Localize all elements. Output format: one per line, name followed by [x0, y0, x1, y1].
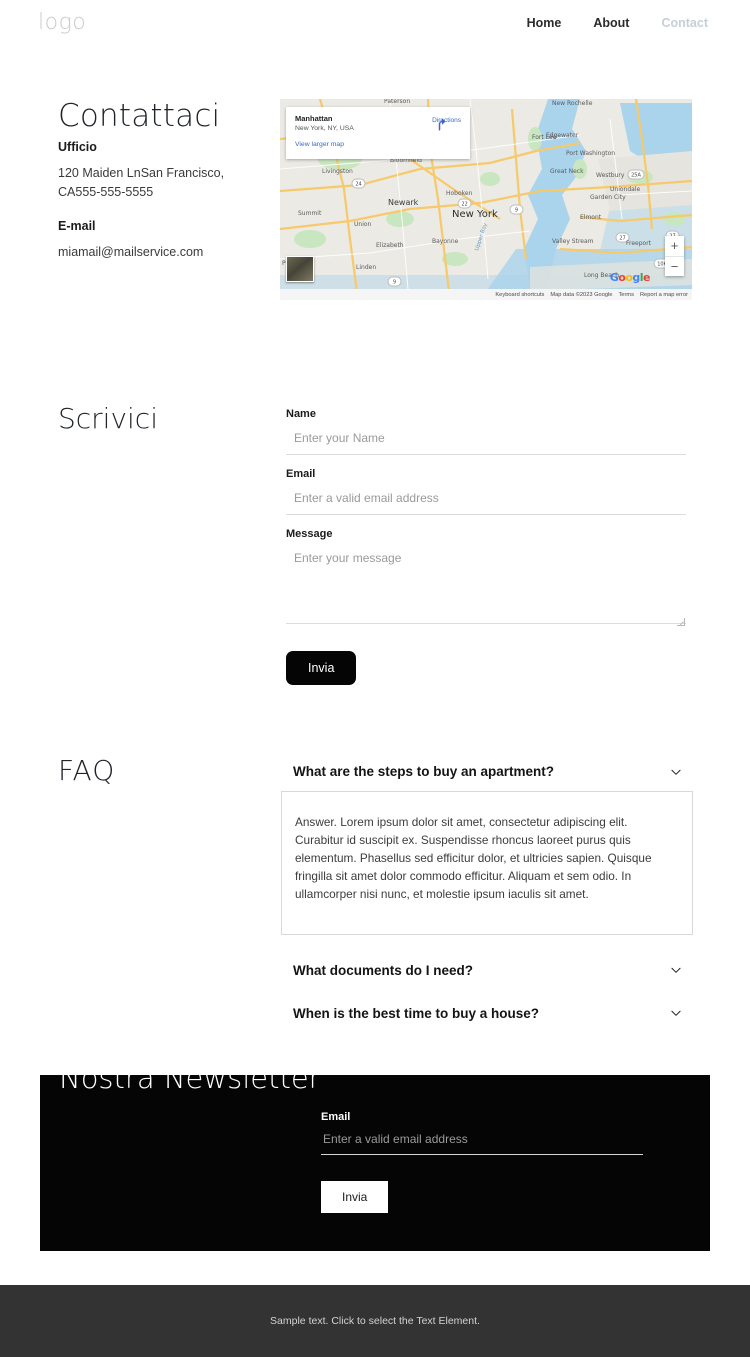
- write-heading: Scrivici: [58, 402, 158, 435]
- email-address: miamail@mailservice.com: [58, 244, 204, 259]
- newsletter-section: Nostra Newsletter Email Invia: [40, 1075, 710, 1251]
- map-info-card[interactable]: Manhattan New York, NY, USA View larger …: [286, 107, 470, 159]
- site-header: logo Home About Contact: [0, 0, 750, 55]
- svg-text:27: 27: [619, 236, 625, 242]
- nav-item-about[interactable]: About: [593, 16, 629, 30]
- message-label: Message: [286, 528, 333, 540]
- page-root: logo Home About Contact Contattaci Uffic…: [0, 0, 750, 1357]
- office-label: Ufficio: [58, 140, 97, 154]
- contact-details: Ufficio 120 Maiden LnSan Francisco, CA55…: [58, 140, 258, 262]
- faq-question-1[interactable]: What are the steps to buy an apartment?: [281, 758, 693, 789]
- svg-text:New York: New York: [452, 209, 498, 220]
- faq-question-3[interactable]: When is the best time to buy a house?: [281, 1000, 693, 1031]
- send-message-button[interactable]: Invia: [286, 651, 357, 685]
- faq-accordion: What are the steps to buy an apartment? …: [281, 758, 693, 1031]
- svg-text:Edgewater: Edgewater: [546, 132, 579, 139]
- email-input[interactable]: [286, 486, 686, 515]
- name-input[interactable]: [286, 426, 686, 455]
- svg-text:Port Washington: Port Washington: [566, 150, 615, 157]
- site-logo[interactable]: logo: [38, 10, 86, 35]
- site-footer: Sample text. Click to select the Text El…: [0, 1285, 750, 1357]
- chevron-down-icon[interactable]: [669, 963, 683, 977]
- footer-sample-text[interactable]: Sample text. Click to select the Text El…: [270, 1315, 480, 1327]
- faq-answer-1: Answer. Lorem ipsum dolor sit amet, cons…: [281, 791, 693, 935]
- newsletter-form: Email Invia: [321, 1111, 643, 1213]
- newsletter-email-label: Email: [321, 1111, 351, 1123]
- svg-text:Great Neck: Great Neck: [550, 168, 584, 175]
- faq-question-1-label: What are the steps to buy an apartment?: [293, 764, 555, 779]
- directions-icon: [438, 118, 446, 131]
- newsletter-title: Nostra Newsletter: [59, 1075, 321, 1095]
- contact-form: Name Email Message Invia: [286, 408, 686, 685]
- svg-text:New Rochelle: New Rochelle: [552, 100, 593, 107]
- zoom-in-button[interactable]: +: [665, 236, 684, 257]
- map-footer: Keyboard shortcuts Map data ©2023 Google…: [280, 289, 692, 300]
- svg-text:25A: 25A: [631, 173, 641, 179]
- chevron-down-icon[interactable]: [669, 1006, 683, 1020]
- svg-text:9: 9: [515, 208, 518, 214]
- svg-text:9: 9: [393, 280, 396, 286]
- street-view-thumbnail[interactable]: [286, 256, 314, 282]
- svg-text:Elizabeth: Elizabeth: [376, 242, 404, 249]
- nav-item-contact[interactable]: Contact: [661, 16, 708, 30]
- newsletter-submit-button[interactable]: Invia: [321, 1181, 389, 1213]
- name-field-group: Name: [286, 408, 686, 455]
- faq-question-2[interactable]: What documents do I need?: [281, 957, 693, 988]
- map-zoom-controls[interactable]: + −: [665, 236, 684, 276]
- svg-text:24: 24: [355, 182, 361, 188]
- svg-text:Elmont: Elmont: [580, 214, 602, 221]
- email-label: E-mail: [58, 218, 96, 233]
- svg-text:Paterson: Paterson: [384, 99, 410, 105]
- svg-text:Union: Union: [354, 221, 372, 228]
- google-watermark: Google: [609, 271, 651, 284]
- email-label: Email: [286, 468, 316, 480]
- map-data-attribution: Map data ©2023 Google: [550, 291, 613, 298]
- svg-text:Garden City: Garden City: [590, 194, 626, 201]
- contact-heading: Contattaci: [58, 98, 221, 134]
- faq-question-2-label: What documents do I need?: [293, 962, 474, 978]
- faq-question-3-label: When is the best time to buy a house?: [293, 1005, 540, 1021]
- name-label: Name: [286, 408, 316, 420]
- terms-link[interactable]: Terms: [618, 292, 633, 298]
- svg-text:Hoboken: Hoboken: [446, 190, 473, 197]
- report-map-error-link[interactable]: Report a map error: [640, 292, 688, 298]
- directions-button[interactable]: Directions: [432, 116, 461, 131]
- svg-text:Livingston: Livingston: [322, 168, 353, 175]
- svg-text:Bayonne: Bayonne: [432, 238, 459, 245]
- email-field-group: Email: [286, 468, 686, 515]
- svg-text:Freeport: Freeport: [626, 240, 652, 247]
- svg-text:Valley Stream: Valley Stream: [552, 238, 594, 245]
- chevron-down-icon[interactable]: [669, 765, 683, 779]
- faq-answer-1-text: Answer. Lorem ipsum dolor sit amet, cons…: [295, 815, 652, 901]
- zoom-out-button[interactable]: −: [665, 257, 684, 277]
- svg-text:Summit: Summit: [298, 210, 322, 217]
- keyboard-shortcuts-link[interactable]: Keyboard shortcuts: [495, 292, 544, 298]
- svg-text:Linden: Linden: [356, 264, 376, 271]
- newsletter-email-input[interactable]: [321, 1123, 643, 1155]
- main-nav: Home About Contact: [527, 16, 708, 30]
- svg-text:Uniondale: Uniondale: [610, 186, 640, 193]
- message-textarea[interactable]: [286, 546, 686, 624]
- google-map[interactable]: 24 22 I-280 9 27 27 25A 106 9 Paterson N…: [280, 99, 692, 300]
- message-field-group: Message: [286, 528, 686, 629]
- faq-heading: FAQ: [58, 754, 116, 787]
- view-larger-map-link[interactable]: View larger map: [295, 141, 462, 148]
- svg-text:Westbury: Westbury: [596, 172, 625, 179]
- nav-item-home[interactable]: Home: [527, 16, 562, 30]
- office-address: 120 Maiden LnSan Francisco, CA555-555-55…: [58, 166, 225, 200]
- svg-text:Newark: Newark: [388, 198, 419, 207]
- svg-text:22: 22: [461, 202, 467, 208]
